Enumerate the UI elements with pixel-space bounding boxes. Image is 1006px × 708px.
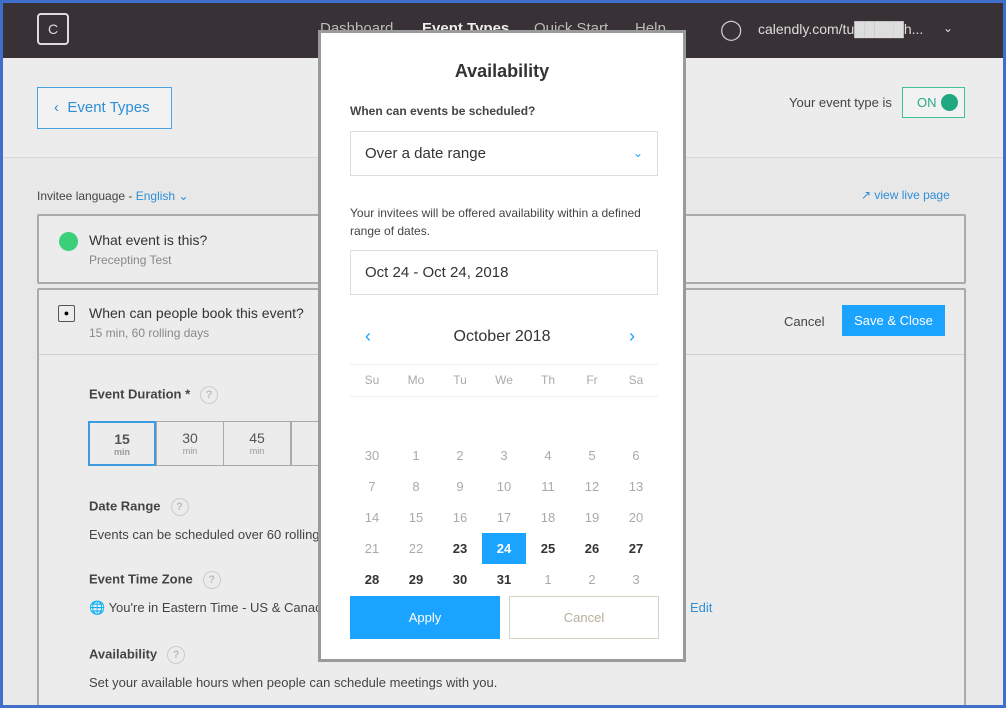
calendar-day: 15 [408,510,424,525]
date-range-label: Date Range? [89,498,189,516]
apply-button[interactable]: Apply [350,596,500,639]
calendar-day: 20 [628,510,644,525]
chevron-down-icon: ⌄ [632,146,643,160]
schedule-question: When can events be scheduled? [350,104,536,118]
calendar-day: 17 [496,510,512,525]
cancel-button[interactable]: Cancel [784,314,824,329]
section-subtitle: 15 min, 60 rolling days [89,326,210,340]
on-off-toggle[interactable]: ON [902,87,965,118]
calendar-day: 1 [544,572,552,587]
calendar-day[interactable]: 30 [438,564,482,595]
calendar-icon: ● [58,305,75,322]
calendar-day: 19 [584,510,600,525]
edit-timezone-link[interactable]: Edit [690,600,712,615]
calendar-day: 7 [368,479,376,494]
user-url[interactable]: calendly.com/tu█████h... [758,21,923,37]
app-window: C Dashboard Event Types Quick Start Help… [3,3,1003,705]
weekday-header: Th [540,373,555,387]
weekday-header: Tu [453,373,467,387]
external-link-icon: ↗ [861,188,875,202]
calendar-day: 11 [541,479,555,494]
calendar-day: 9 [456,479,464,494]
calendar-day: 14 [364,510,380,525]
user-icon[interactable]: ◯ [720,17,742,42]
help-icon[interactable]: ? [200,386,219,404]
calendar-day[interactable]: 27 [614,533,658,564]
calendar-day: 12 [584,479,600,494]
time-zone-text: 🌐 You're in Eastern Time - US & Canac [89,600,322,615]
calendar-day[interactable]: 28 [350,564,394,595]
schedule-type-select[interactable]: Over a date range ⌄ [350,131,658,176]
next-month-icon[interactable]: › [629,326,635,347]
calendar-day[interactable]: 25 [526,533,570,564]
help-icon[interactable]: ? [170,498,189,516]
calendar-grid: Su Mo Tu We Th Fr Sa 30 1 2 3 4 5 6 7 8 9 10 11 12 13 14 15 16 1… [350,365,658,615]
calendar-day: 16 [452,510,468,525]
weekday-header: Mo [407,373,425,387]
calendar-day: 2 [588,572,596,587]
duration-15[interactable]: 15 min [88,421,156,466]
duration-30[interactable]: 30 min [156,421,224,466]
modal-title: Availability [454,61,550,81]
section-title: What event is this? [89,232,208,248]
toggle-knob [941,94,958,111]
calendar-day: 10 [496,479,512,494]
save-close-button[interactable]: Save & Close [842,305,945,336]
calendar-day: 3 [500,448,508,463]
calendar-day[interactable]: 26 [570,533,614,564]
calendar-day[interactable]: 23 [438,533,482,564]
calendar-day: 2 [456,448,464,463]
calendar-day: 21 [364,541,380,556]
green-dot-icon [59,232,78,251]
calendar-day[interactable]: 29 [394,564,438,595]
section-subtitle: Precepting Test [89,253,172,267]
back-button[interactable]: ‹ Event Types [37,87,172,129]
duration-45[interactable]: 45 min [223,421,291,466]
calendly-logo-icon[interactable]: C [37,13,69,45]
globe-icon: 🌐 [89,600,109,615]
weekday-header: We [495,373,513,387]
invitee-language: Invitee language - English ⌄ [37,189,189,203]
calendar-day: 3 [632,572,640,587]
date-range-input[interactable]: Oct 24 - Oct 24, 2018 [350,250,658,295]
calendar-day: 13 [628,479,644,494]
weekday-header: Sa [628,373,644,387]
calendar-day: 18 [540,510,556,525]
section-title: When can people book this event? [89,305,304,321]
calendar-day: 30 [364,448,380,463]
calendar-day: 22 [408,541,424,556]
availability-label: Availability? [89,646,186,664]
range-description: Your invitees will be offered availabili… [350,206,641,238]
calendar-day[interactable]: 31 [482,564,526,595]
event-duration-label: Event Duration *? [89,386,219,404]
language-dropdown[interactable]: English [136,189,175,203]
event-type-status-label: Your event type is [789,95,892,110]
help-icon[interactable]: ? [202,571,221,589]
calendar-day: 5 [588,448,596,463]
help-icon[interactable]: ? [167,646,186,664]
weekday-header: Su [364,373,380,387]
calendar-day: 4 [544,448,552,463]
calendar-day: 8 [412,479,420,494]
chevron-down-icon[interactable]: ⌄ [943,21,953,35]
view-live-page-link[interactable]: ↗ view live page [861,188,950,202]
calendar-day-selected[interactable]: 24 [482,533,526,564]
date-range-text: Events can be scheduled over 60 rolling [89,527,320,542]
time-zone-label: Event Time Zone? [89,571,221,589]
calendar-day: 6 [632,448,640,463]
modal-cancel-button[interactable]: Cancel [509,596,659,639]
chevron-left-icon: ‹ [54,99,68,116]
calendar-day: 1 [412,448,420,463]
availability-modal: Availability When can events be schedule… [318,30,686,662]
availability-text: Set your available hours when people can… [89,675,498,690]
weekday-header: Fr [586,373,598,387]
